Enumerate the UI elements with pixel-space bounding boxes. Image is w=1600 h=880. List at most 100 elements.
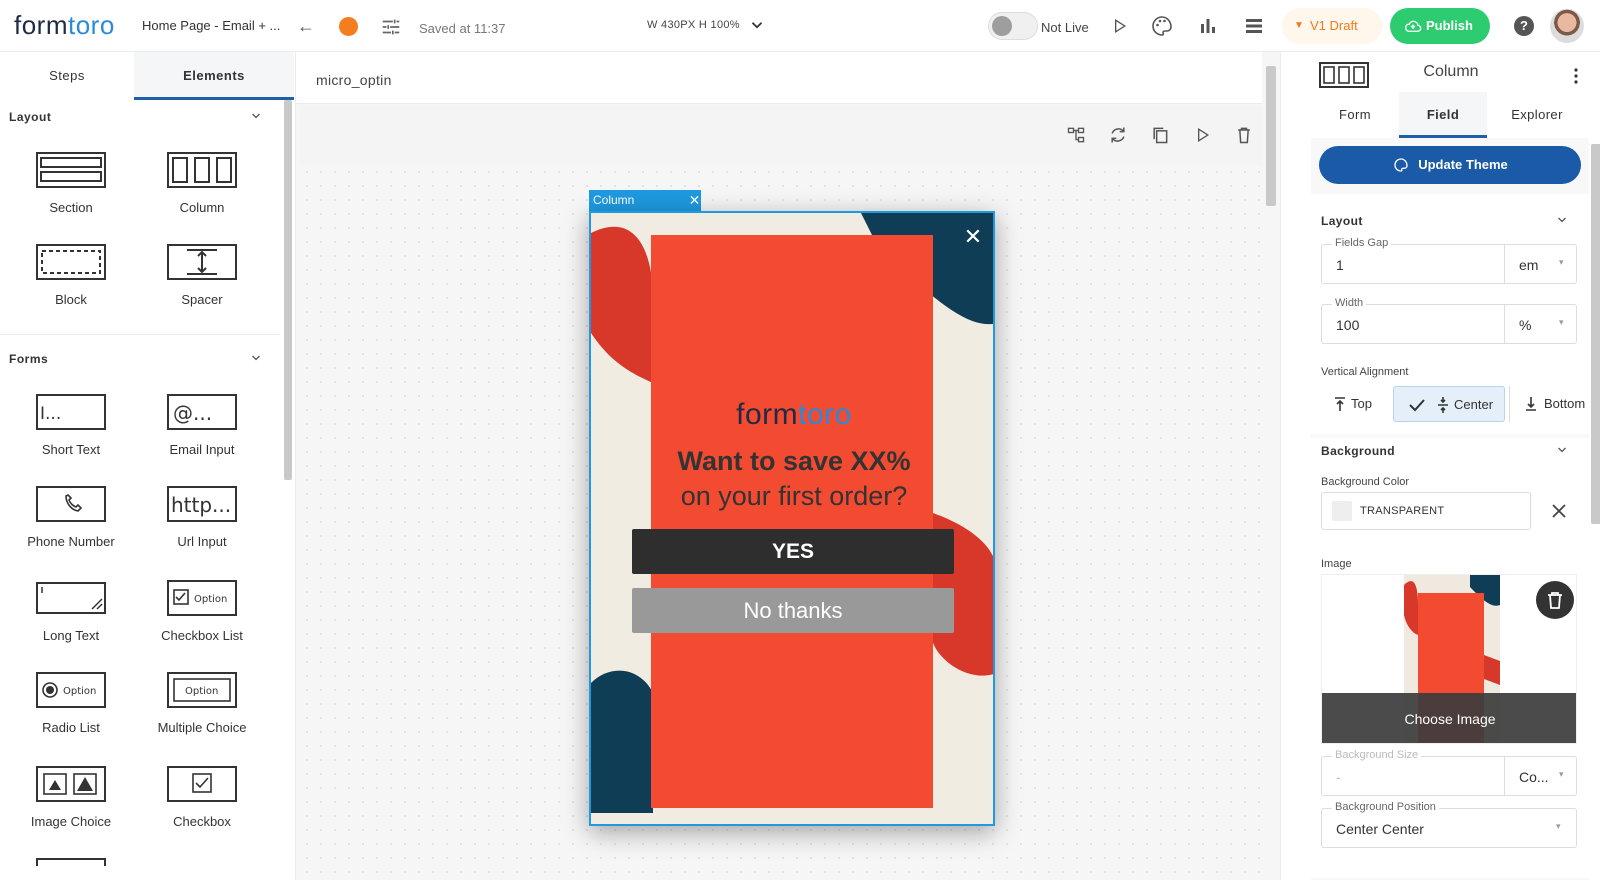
canvas-scrollbar[interactable] (1266, 66, 1276, 206)
element-column[interactable]: Column (147, 152, 257, 232)
left-scrollbar[interactable] (284, 100, 292, 480)
close-icon[interactable]: ✕ (688, 190, 701, 211)
element-section[interactable]: Section (16, 152, 126, 232)
background-position-select[interactable]: Background Position Center Center ▾ (1321, 801, 1577, 848)
element-multiple-choice[interactable]: Option Multiple Choice (147, 672, 257, 752)
chevron-down-icon[interactable] (1556, 214, 1568, 226)
field-value: 1 (1336, 257, 1344, 273)
email-icon: @... (167, 394, 237, 430)
vertical-alignment-label: Vertical Alignment (1321, 366, 1409, 378)
unit-value: em (1519, 257, 1539, 273)
image-preview[interactable]: Choose Image (1321, 574, 1577, 744)
element-url-input[interactable]: http... Url Input (147, 486, 257, 566)
element-block[interactable]: Block (16, 244, 126, 324)
long-text-icon (36, 582, 106, 614)
element-image-choice[interactable]: Image Choice (16, 766, 126, 846)
color-value: TRANSPARENT (1360, 505, 1445, 517)
palette-icon[interactable] (1150, 14, 1174, 38)
radio-list-icon: Option (36, 672, 106, 708)
unit-select[interactable]: em ▾ (1504, 245, 1578, 283)
clear-icon[interactable] (1551, 503, 1567, 519)
background-heading: Background (1321, 444, 1396, 458)
element-phone-number[interactable]: Phone Number (16, 486, 126, 566)
popup-preview[interactable]: ✕ formtoro Want to save XX% on your firs… (589, 211, 995, 826)
chevron-down-icon: ▾ (1559, 317, 1564, 327)
delete-image-button[interactable] (1536, 581, 1574, 619)
element-next-partial[interactable] (36, 858, 106, 866)
background-color-input[interactable]: TRANSPARENT (1321, 492, 1531, 530)
breadcrumb[interactable]: Home Page - Email + ... (142, 18, 280, 33)
settings-sliders-icon[interactable] (380, 16, 402, 38)
unit-select[interactable]: % ▾ (1504, 305, 1578, 343)
element-label: Checkbox List (161, 628, 243, 643)
width-input[interactable]: Width 100 % ▾ (1321, 297, 1578, 344)
element-long-text[interactable]: Long Text (16, 580, 126, 660)
element-label: Section (49, 200, 93, 215)
column-icon (167, 152, 237, 188)
element-checkbox[interactable]: Checkbox (147, 766, 257, 846)
divider (0, 334, 280, 335)
tab-explorer[interactable]: Explorer (1487, 92, 1587, 138)
element-radio-list[interactable]: Option Radio List (16, 672, 126, 752)
choose-image-button[interactable]: Choose Image (1322, 693, 1576, 743)
hierarchy-icon[interactable] (1066, 125, 1086, 145)
duplicate-icon[interactable] (1150, 125, 1170, 145)
help-icon[interactable]: ? (1514, 16, 1534, 36)
element-short-text[interactable]: I... Short Text (16, 394, 126, 474)
tab-elements[interactable]: Elements (134, 52, 294, 100)
selected-column-tag[interactable]: Column (589, 190, 701, 211)
fields-gap-input[interactable]: Fields Gap 1 em ▾ (1321, 237, 1578, 284)
chevron-down-icon[interactable] (748, 16, 766, 34)
spacer-icon (167, 244, 237, 280)
tab-form[interactable]: Form (1311, 92, 1399, 138)
tab-field[interactable]: Field (1399, 92, 1487, 138)
publish-button[interactable]: Publish (1390, 8, 1490, 44)
list-icon[interactable] (1242, 14, 1266, 38)
live-toggle[interactable] (988, 12, 1038, 40)
analytics-bars-icon[interactable] (1196, 14, 1220, 38)
option-label: Bottom (1544, 396, 1586, 411)
tab-steps[interactable]: Steps (0, 52, 134, 100)
refresh-icon[interactable] (1108, 125, 1128, 145)
update-theme-button[interactable]: Update Theme (1319, 146, 1581, 184)
version-draft-button[interactable]: ▼ V1 Draft (1282, 8, 1382, 44)
canvas-header: micro_optin (296, 52, 1262, 104)
close-icon[interactable]: ✕ (962, 226, 984, 248)
color-swatch[interactable] (1332, 501, 1352, 521)
play-icon[interactable] (1192, 125, 1212, 145)
layout-section-heading: Layout (9, 110, 52, 124)
chevron-down-icon[interactable] (250, 352, 262, 364)
draft-label: V1 Draft (1310, 18, 1358, 33)
more-vertical-icon[interactable] (1571, 66, 1581, 86)
svg-text:http...: http... (171, 493, 231, 517)
trash-icon[interactable] (1234, 125, 1254, 145)
back-arrow-icon[interactable]: ← (294, 14, 318, 38)
element-email-input[interactable]: @... Email Input (147, 394, 257, 474)
background-size-select[interactable]: Background Size - Co... ▾ (1321, 749, 1578, 796)
unit-select[interactable]: Co... ▾ (1504, 757, 1578, 795)
chevron-down-icon[interactable] (250, 110, 262, 122)
svg-text:@...: @... (173, 401, 212, 425)
align-bottom-icon (1526, 397, 1536, 411)
step-name[interactable]: micro_optin (316, 72, 392, 88)
avatar[interactable] (1550, 9, 1584, 43)
chevron-down-icon[interactable] (1556, 444, 1568, 456)
preview-play-icon[interactable] (1109, 16, 1129, 36)
yes-button[interactable]: YES (632, 529, 954, 574)
element-checkbox-list[interactable]: Option Checkbox List (147, 580, 257, 660)
unit-value: Co... (1519, 769, 1549, 785)
brand-color-dot[interactable] (339, 17, 358, 36)
check-icon (1409, 399, 1425, 412)
valign-top-button[interactable]: Top (1321, 386, 1391, 422)
publish-label: Publish (1426, 18, 1473, 33)
panel-scrollbar[interactable] (1591, 144, 1600, 524)
popup-subheadline[interactable]: on your first order? (591, 481, 993, 512)
app-logo[interactable]: formtoro (14, 10, 115, 41)
element-spacer[interactable]: Spacer (147, 244, 257, 324)
no-thanks-button[interactable]: No thanks (632, 588, 954, 633)
valign-bottom-button[interactable]: Bottom (1509, 386, 1589, 422)
popup-headline[interactable]: Want to save XX% (591, 446, 993, 477)
canvas-dimensions[interactable]: W 430PX H 100% (647, 19, 740, 31)
valign-center-button[interactable]: Center (1393, 386, 1505, 422)
svg-text:Option: Option (63, 686, 96, 697)
